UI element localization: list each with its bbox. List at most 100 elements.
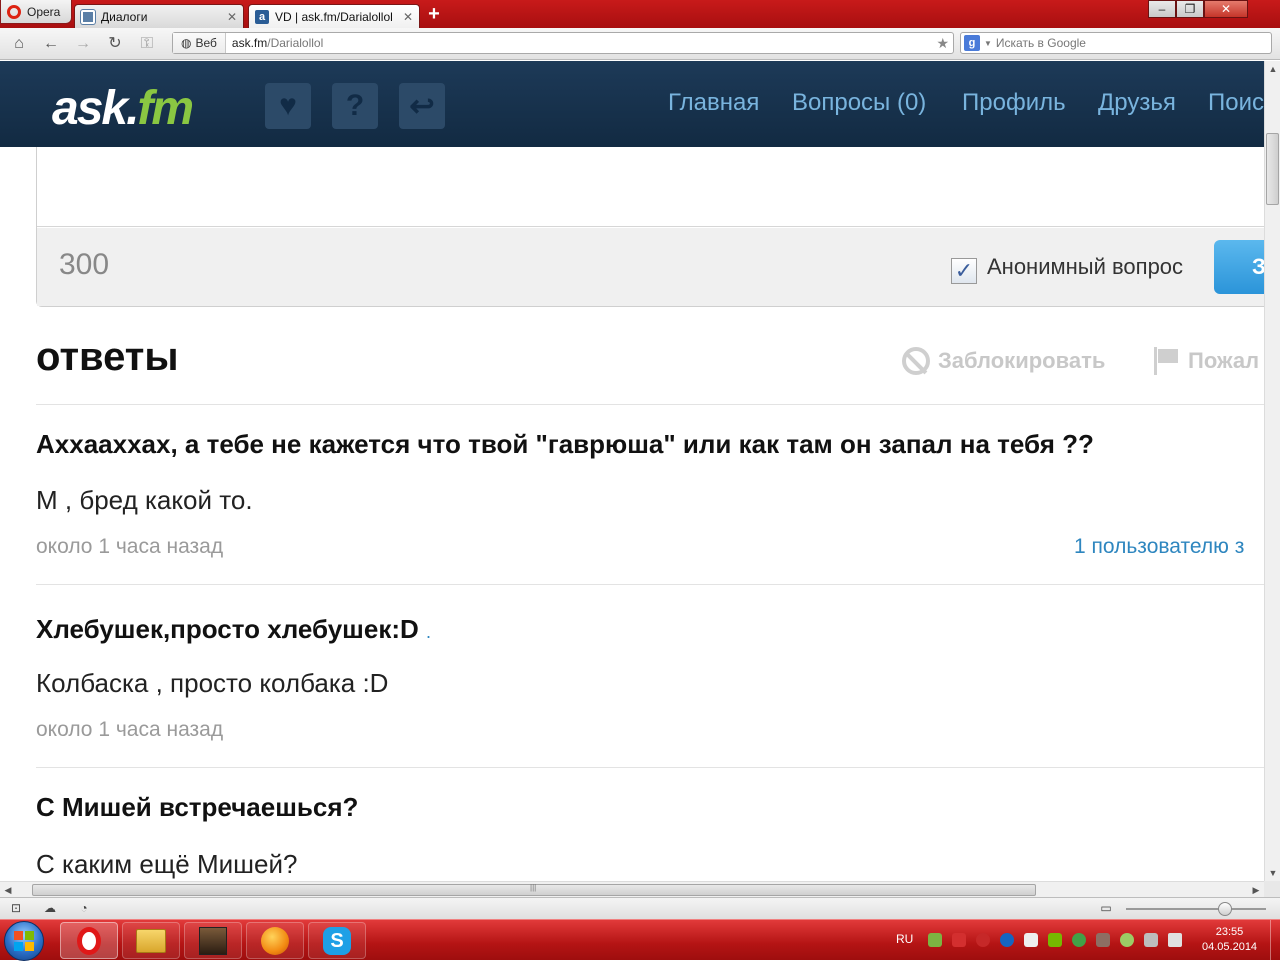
anonymous-checkbox[interactable]: ✓ — [951, 258, 977, 284]
question-text-body: Хлебушек,просто хлебушек:D — [36, 614, 419, 644]
game-icon — [199, 926, 227, 955]
close-icon[interactable]: ✕ — [227, 10, 237, 24]
reply-icon[interactable]: ↩ — [399, 83, 445, 129]
zoom-slider-handle[interactable] — [1218, 902, 1232, 916]
question-textarea[interactable] — [37, 147, 1264, 227]
scroll-right-icon[interactable]: ▶ — [1248, 882, 1264, 898]
url-text: ask.fm/Darialollol — [226, 36, 937, 50]
chevron-down-icon[interactable]: ▼ — [984, 39, 992, 48]
zoom-slider[interactable] — [1126, 908, 1266, 910]
maximize-button[interactable]: ❐ — [1176, 0, 1204, 18]
opera-menu-button[interactable]: Opera — [0, 0, 72, 24]
question-icon[interactable]: ? — [332, 83, 378, 129]
taskbar-explorer[interactable] — [122, 922, 180, 959]
turbo-icon[interactable]: ◔ — [76, 901, 92, 915]
logo-main: ask. — [52, 82, 139, 135]
scroll-down-icon[interactable]: ▼ — [1265, 865, 1280, 881]
reload-icon[interactable]: ↻ — [104, 33, 126, 55]
close-icon[interactable]: ✕ — [403, 10, 413, 24]
answers-heading: ответы — [36, 335, 179, 379]
tray-stop-icon[interactable] — [976, 933, 990, 947]
scroll-grip-icon: ||| — [530, 883, 537, 892]
browser-address-bar: ⌂ ← → ↻ ⚿ ◍ Веб ask.fm/Darialollol ★ g ▼… — [0, 28, 1280, 60]
nav-home[interactable]: Главная — [668, 89, 759, 117]
search-field[interactable]: g ▼ Искать в Google — [960, 32, 1272, 54]
google-icon[interactable]: g — [964, 35, 980, 51]
taskbar-opera[interactable] — [60, 922, 118, 959]
tab-dialogs[interactable]: Диалоги ✕ — [74, 4, 244, 28]
askfm-logo[interactable]: ask.fm — [52, 81, 194, 136]
firefox-icon — [261, 926, 289, 955]
question-text[interactable]: С Мишей встречаешься? — [36, 792, 358, 823]
horizontal-scrollbar[interactable]: ◀ ||| ▶ — [0, 881, 1264, 897]
tab-label: Диалоги — [101, 9, 148, 24]
vertical-scroll-thumb[interactable] — [1266, 133, 1279, 205]
folder-icon — [136, 928, 166, 953]
vk-favicon-icon — [81, 9, 95, 24]
forward-icon[interactable]: → — [72, 33, 94, 55]
likes-link[interactable]: 1 пользователю з — [1074, 535, 1244, 559]
tray-download-icon[interactable] — [1000, 933, 1014, 947]
panel-toggle-icon[interactable]: ⊡ — [8, 901, 24, 915]
report-button[interactable]: Пожал — [1152, 347, 1259, 375]
url-host: ask.fm — [231, 36, 268, 50]
view-icon[interactable]: ▭ — [1098, 901, 1114, 915]
submit-question-button[interactable]: З — [1214, 240, 1264, 294]
opera-logo-icon — [7, 4, 21, 19]
divider — [36, 584, 1264, 585]
url-field[interactable]: ◍ Веб ask.fm/Darialollol ★ — [172, 32, 954, 54]
show-desktop-button[interactable] — [1270, 920, 1280, 961]
anonymous-label[interactable]: Анонимный вопрос — [987, 254, 1183, 280]
unite-icon[interactable]: ☁ — [42, 901, 58, 915]
taskbar-firefox[interactable] — [246, 922, 304, 959]
tray-app-icon[interactable] — [1096, 933, 1110, 947]
scroll-left-icon[interactable]: ◀ — [0, 882, 16, 898]
url-path: /Darialollol — [267, 36, 324, 50]
new-tab-button[interactable]: + — [424, 4, 444, 24]
block-label: Заблокировать — [938, 348, 1106, 373]
tray-smiley-icon[interactable] — [1120, 933, 1134, 947]
divider — [36, 404, 1264, 405]
volume-icon[interactable] — [1168, 933, 1182, 947]
question-suffix: . — [426, 622, 432, 642]
key-icon[interactable]: ⚿ — [136, 33, 158, 55]
home-icon[interactable]: ⌂ — [8, 33, 30, 55]
question-text[interactable]: Аххааххах, а тебе не кажется что твой "г… — [36, 429, 1094, 460]
tray-utorrent-icon[interactable] — [1072, 933, 1086, 947]
tray-flag-icon[interactable] — [952, 933, 966, 947]
nav-search[interactable]: Поис — [1208, 89, 1264, 117]
tray-flag2-icon[interactable] — [1144, 933, 1158, 947]
block-user-button[interactable]: Заблокировать — [902, 347, 1105, 375]
clock-time: 23:55 — [1215, 926, 1244, 938]
taskbar-skype[interactable]: S — [308, 922, 366, 959]
question-text[interactable]: Хлебушек,просто хлебушек:D . — [36, 614, 431, 645]
skype-icon: S — [323, 926, 351, 955]
language-indicator[interactable]: RU — [896, 932, 913, 946]
answer-time[interactable]: около 1 часа назад — [36, 718, 223, 742]
taskbar-game[interactable] — [184, 922, 242, 959]
nav-profile[interactable]: Профиль — [962, 89, 1066, 117]
close-window-button[interactable]: ✕ — [1204, 0, 1248, 18]
tab-askfm[interactable]: a VD | ask.fm/Darialollol ✕ — [248, 4, 420, 28]
nav-friends[interactable]: Друзья — [1098, 89, 1176, 117]
web-badge[interactable]: ◍ Веб — [173, 33, 226, 53]
nav-questions[interactable]: Вопросы (0) — [792, 89, 926, 117]
answer-time[interactable]: около 1 часа назад — [36, 535, 223, 559]
heart-icon[interactable]: ♥ — [265, 83, 311, 129]
bookmark-star-icon[interactable]: ★ — [936, 35, 953, 52]
opera-icon — [77, 926, 101, 955]
tray-security-icon[interactable] — [928, 933, 942, 947]
scroll-up-icon[interactable]: ▲ — [1265, 61, 1280, 77]
system-clock[interactable]: 23:55 04.05.2014 — [1202, 925, 1257, 955]
browser-tab-bar: Opera Диалоги ✕ a VD | ask.fm/Darialollo… — [0, 0, 1280, 28]
tray-network-icon[interactable] — [1024, 933, 1038, 947]
vertical-scrollbar[interactable]: ▲ ▼ — [1264, 61, 1280, 881]
windows-taskbar: S RU 23:55 04.05.2014 — [0, 919, 1280, 961]
askfm-header: ask.fm ♥ ? ↩ Главная Вопросы (0) Профиль… — [0, 61, 1264, 147]
page-viewport: ask.fm ♥ ? ↩ Главная Вопросы (0) Профиль… — [0, 61, 1264, 881]
minimize-button[interactable]: – — [1148, 0, 1176, 18]
tray-nvidia-icon[interactable] — [1048, 933, 1062, 947]
clock-date: 04.05.2014 — [1202, 941, 1258, 953]
back-icon[interactable]: ← — [40, 33, 62, 55]
answer-text: Колбаска , просто колбака :D — [36, 668, 389, 698]
